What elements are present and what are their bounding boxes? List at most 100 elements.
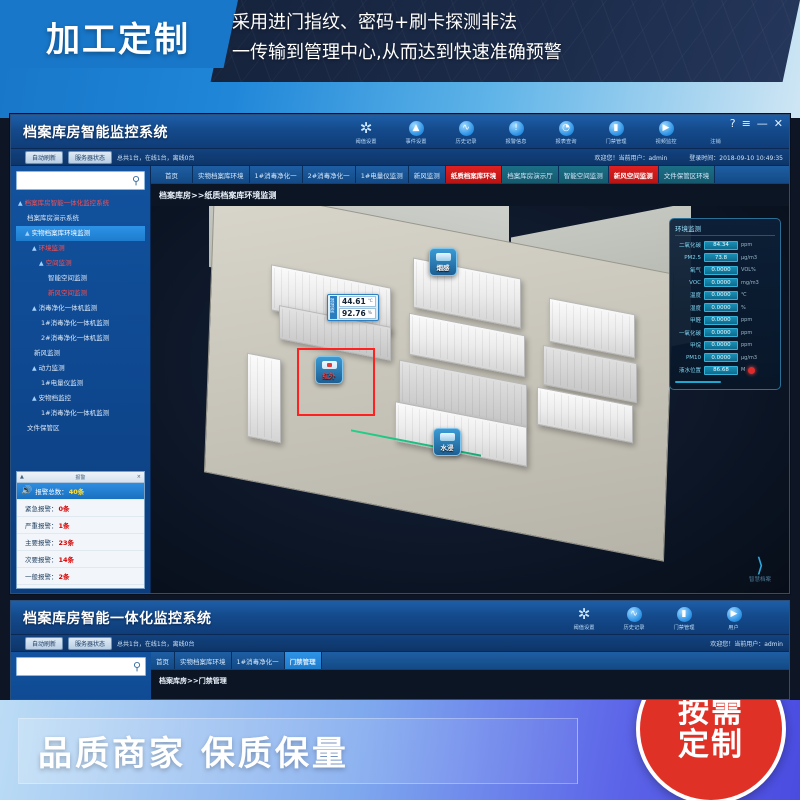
alarm-row[interactable]: 一般报警： 2条 (17, 568, 144, 585)
tab-实物档案库环境[interactable]: 实物档案库环境 (193, 166, 250, 183)
tab-1#消毒净化一[interactable]: 1#消毒净化一 (249, 166, 303, 183)
tab-首页[interactable]: 首页 (151, 652, 175, 669)
tree-item[interactable]: 2#消毒净化一体机监测 (16, 331, 145, 346)
tree-item[interactable]: ▲ 安物档监控 (16, 391, 145, 406)
bottom-banner-text: 品质商家 保质保量 (38, 734, 349, 774)
menu-icon[interactable]: ≡ (742, 117, 751, 130)
tab-bar-2[interactable]: 首页 实物档案库环境 1#消毒净化一 门禁管理 (151, 652, 789, 670)
tree-item[interactable]: ▲ 空间监测 (16, 256, 145, 271)
tab-纸质档案库环境[interactable]: 纸质档案库环境 (445, 166, 503, 183)
tree-item[interactable]: ▲ 动力监测 (16, 361, 145, 376)
toolbar-button-threshold[interactable]: ✲ 阈值设置 (559, 602, 609, 635)
tree-item[interactable]: ▲ 实物档案库环境监测 (16, 226, 145, 241)
water-sensor-node[interactable]: 水浸 (433, 428, 461, 456)
temp-humidity-badge[interactable]: 温湿度 44.61 ℃ 92.76 % (327, 294, 379, 321)
app-toolbar[interactable]: ✲ 阈值设置 ▲ 事件设置 ∿ 历史记录 ! 报警信息 ◔ 报表查询 ▮ 门禁管… (341, 116, 741, 149)
tab-新风空间监测[interactable]: 新风空间监测 (608, 166, 659, 183)
tree-item[interactable]: ▲ 环境监测 (16, 241, 145, 256)
alarm-row[interactable]: 严重报警： 1条 (17, 517, 144, 534)
infrared-sensor-node[interactable]: 红外 (315, 356, 343, 384)
search-icon[interactable]: ⚲ (132, 174, 140, 187)
toolbar-button-history[interactable]: ∿ 历史记录 (441, 116, 491, 149)
tree-item[interactable]: 1#消毒净化一体机监测 (16, 316, 145, 331)
help-icon[interactable]: ? (730, 117, 736, 130)
tab-文件保管区环境[interactable]: 文件保管区环境 (658, 166, 716, 183)
tab-实物档案库环境[interactable]: 实物档案库环境 (175, 652, 232, 669)
close-icon[interactable]: × (137, 474, 141, 480)
toolbar-button-history[interactable]: ∿ 历史记录 (609, 602, 659, 635)
user-icon: ▶ (726, 606, 742, 622)
minimize-icon[interactable]: — (757, 117, 768, 130)
tab-bar[interactable]: 首页 实物档案库环境 1#消毒净化一 2#消毒净化一 1#电量仪监测 新风监测 纸质档案库环… (151, 166, 789, 184)
tree-item[interactable]: 1#电量仪监测 (16, 376, 145, 391)
close-icon[interactable]: ✕ (774, 117, 783, 130)
tree-item-label: 空间监测 (45, 259, 72, 268)
environment-row: 甲烷 0.0000 ppm (675, 339, 775, 352)
alarm-label: 报警总数： (35, 488, 68, 496)
toolbar-button-report[interactable]: ◔ 报表查询 (541, 116, 591, 149)
env-key: VOC (689, 279, 701, 286)
chevron-icon[interactable]: ▲ (32, 305, 37, 312)
alarm-row[interactable]: 🔊 报警总数： 40条 (17, 483, 144, 500)
tree-item[interactable]: 新风空间监测 (16, 286, 145, 301)
device-tree[interactable]: ▲ 档案库房智能一体化监控系统 档案库房演示系统 ▲ 实物档案库环境监测 ▲ 环境监测 ▲ 空间… (16, 196, 145, 436)
chevron-icon[interactable]: ▲ (18, 200, 23, 207)
alarm-row[interactable]: 紧急报警： 0条 (17, 500, 144, 517)
app-title: 档案库房智能监控系统 (23, 124, 168, 141)
tab-门禁管理[interactable]: 门禁管理 (284, 652, 322, 669)
search-input[interactable] (21, 176, 140, 185)
search-input[interactable] (21, 662, 141, 671)
env-unit: % (741, 304, 746, 311)
search-box[interactable]: ⚲ (16, 657, 146, 676)
alarm-panel: ▲ 报警 × 🔊 报警总数： 40条 紧急报警： 0条 严重报警： 1条 主要报警： 23条 次要… (16, 471, 145, 589)
server-status-button[interactable]: 服务器状态 (68, 636, 113, 650)
tree-item[interactable]: ▲ 档案库房智能一体化监控系统 (16, 196, 145, 211)
search-icon[interactable]: ⚲ (133, 660, 141, 673)
auto-refresh-button[interactable]: 自动刷新 (25, 150, 64, 164)
tab-档案库房演示厅[interactable]: 档案库房演示厅 (502, 166, 559, 183)
scene-3d-view[interactable]: 温湿度 44.61 ℃ 92.76 % 烟感 红外 水浸 环境监测 二氧化碳 8… (151, 206, 789, 593)
tab-智能空间监测[interactable]: 智能空间监测 (558, 166, 609, 183)
toolbar-button-user[interactable]: ▶ 用户 (709, 602, 759, 635)
alarm-label: 严重报警： (25, 522, 58, 530)
tab-新风监测[interactable]: 新风监测 (408, 166, 446, 183)
app2-title: 档案库房智能一体化监控系统 (23, 610, 212, 627)
smoke-sensor-node[interactable]: 烟感 (429, 248, 457, 276)
chevron-icon[interactable]: ▲ (39, 260, 44, 267)
toolbar-button-video[interactable]: ▶ 视频监控 (641, 116, 691, 149)
environment-row: VOC 0.0000 mg/m3 (675, 277, 775, 290)
tree-item[interactable]: 智能空间监测 (16, 271, 145, 286)
tab-1#消毒净化一[interactable]: 1#消毒净化一 (231, 652, 285, 669)
chevron-icon[interactable]: ▲ (25, 230, 30, 237)
tree-item[interactable]: 档案库房演示系统 (16, 211, 145, 226)
tree-item[interactable]: 文件保管区 (16, 421, 145, 436)
window-controls[interactable]: ? ≡ — ✕ (730, 117, 783, 130)
auto-refresh-button[interactable]: 自动刷新 (25, 636, 64, 650)
alarm-row[interactable]: 主要报警： 23条 (17, 534, 144, 551)
chevron-icon[interactable]: ▲ (32, 245, 37, 252)
collapse-icon[interactable]: ▲ (20, 474, 24, 480)
toolbar-button-access[interactable]: ▮ 门禁管理 (659, 602, 709, 635)
server-status-button[interactable]: 服务器状态 (68, 150, 113, 164)
door-icon: ▮ (676, 606, 692, 622)
tab-1#电量仪监测[interactable]: 1#电量仪监测 (355, 166, 409, 183)
toolbar-button-access[interactable]: ▮ 门禁管理 (591, 116, 641, 149)
toolbar-button-alarm[interactable]: ! 报警信息 (491, 116, 541, 149)
tab-2#消毒净化一[interactable]: 2#消毒净化一 (302, 166, 356, 183)
search-box[interactable]: ⚲ (16, 171, 145, 190)
app2-toolbar[interactable]: ✲ 阈值设置 ∿ 历史记录 ▮ 门禁管理 ▶ 用户 (559, 602, 759, 635)
tree-item[interactable]: ▲ 消毒净化一体机监测 (16, 301, 145, 316)
toolbar-button-threshold[interactable]: ✲ 阈值设置 (341, 116, 391, 149)
tree-item[interactable]: 1#消毒净化一体机监测 (16, 406, 145, 421)
chevron-icon[interactable]: ▲ (32, 395, 37, 402)
tab-首页[interactable]: 首页 (151, 166, 193, 183)
toolbar-button-event[interactable]: ▲ 事件设置 (391, 116, 441, 149)
humidity-unit: % (367, 311, 373, 316)
cabinet-side[interactable] (247, 352, 281, 444)
alarm-count: 14条 (58, 556, 75, 564)
chevron-icon[interactable]: ▲ (32, 365, 37, 372)
alarm-list[interactable]: 🔊 报警总数： 40条 紧急报警： 0条 严重报警： 1条 主要报警： 23条 次要报警： 14条一… (17, 483, 144, 585)
tree-item-label: 档案库房智能一体化监控系统 (24, 199, 110, 208)
alarm-row[interactable]: 次要报警： 14条 (17, 551, 144, 568)
tree-item[interactable]: 新风监测 (16, 346, 145, 361)
